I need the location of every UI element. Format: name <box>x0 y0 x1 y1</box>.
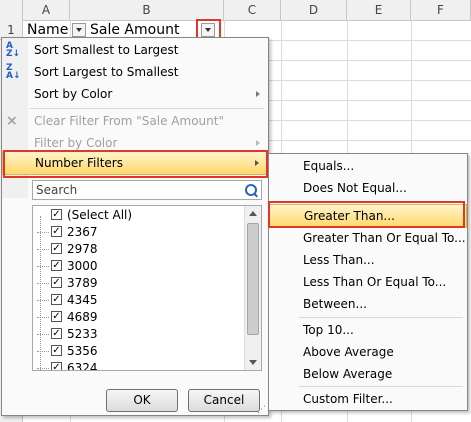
list-item[interactable]: ✓ 3789 <box>33 275 243 292</box>
select-all-corner[interactable] <box>0 0 23 20</box>
list-item-label: 3789 <box>67 276 98 290</box>
submenu-item-does-not-equal[interactable]: Does Not Equal... <box>269 177 467 199</box>
list-item-label: 5233 <box>67 327 98 341</box>
submenu-arrow-icon <box>256 91 260 97</box>
sort-descending-item[interactable]: Z A↓ Sort Largest to Smallest <box>2 61 268 83</box>
list-item[interactable]: ✓ 2367 <box>33 224 243 241</box>
column-header-a[interactable]: A <box>23 0 70 20</box>
search-placeholder: Search <box>36 183 78 197</box>
submenu-item-label: Custom Filter... <box>303 392 393 406</box>
submenu-arrow-icon <box>256 140 260 146</box>
tree-connector <box>37 266 49 267</box>
list-item[interactable]: ✓ 5356 <box>33 343 243 360</box>
cancel-button[interactable]: Cancel <box>188 389 260 412</box>
tree-connector <box>37 368 49 369</box>
tree-connector <box>37 249 49 250</box>
filter-dropdown-button-a[interactable] <box>72 23 86 37</box>
list-item-label: 6324 <box>67 361 98 371</box>
ok-button[interactable]: OK <box>106 389 178 412</box>
submenu-item-between[interactable]: Between... <box>269 293 467 315</box>
submenu-item-label: Above Average <box>303 345 394 359</box>
checkbox[interactable]: ✓ <box>51 226 62 237</box>
menu-separator <box>299 317 463 318</box>
submenu-item-label: Less Than Or Equal To... <box>303 275 447 289</box>
checkbox[interactable]: ✓ <box>51 294 62 305</box>
resize-grip-icon[interactable] <box>257 405 266 415</box>
filter-search-box[interactable]: Search <box>32 180 262 200</box>
list-item-label: (Select All) <box>67 208 133 222</box>
list-item[interactable]: ✓ 5233 <box>33 326 243 343</box>
column-header-f[interactable]: F <box>411 0 471 20</box>
search-icon[interactable] <box>245 184 257 196</box>
submenu-item-label: Below Average <box>303 367 393 381</box>
column-header-e[interactable]: E <box>347 0 411 20</box>
scroll-down-icon[interactable] <box>249 360 257 365</box>
submenu-item-label: Does Not Equal... <box>303 181 407 195</box>
list-item-label: 4689 <box>67 310 98 324</box>
list-item[interactable]: ✓ 4689 <box>33 309 243 326</box>
list-item-label: 2978 <box>67 242 98 256</box>
tree-connector <box>37 317 49 318</box>
tree-connector <box>37 334 49 335</box>
submenu-item-below-average[interactable]: Below Average <box>269 363 467 385</box>
submenu-item-top-10[interactable]: Top 10... <box>269 319 467 341</box>
submenu-item-less-than-or-equal[interactable]: Less Than Or Equal To... <box>269 271 467 293</box>
checkbox[interactable]: ✓ <box>51 311 62 322</box>
autofilter-menu: A Z↓ Sort Smallest to Largest Z A↓ Sort La… <box>1 37 269 416</box>
number-filters-submenu: Equals... Does Not Equal... Greater Than… <box>268 153 468 411</box>
submenu-item-custom-filter[interactable]: Custom Filter... <box>269 388 467 410</box>
sort-descending-label: Sort Largest to Smallest <box>34 65 179 79</box>
list-item[interactable]: ✓ 4345 <box>33 292 243 309</box>
checkbox[interactable]: ✓ <box>51 243 62 254</box>
submenu-item-label: Top 10... <box>303 323 354 337</box>
sort-ascending-icon: A Z↓ <box>6 41 21 59</box>
submenu-item-label: Between... <box>303 297 367 311</box>
clear-filter-icon: ⨯ <box>6 113 18 129</box>
sort-descending-icon: Z A↓ <box>6 63 21 81</box>
checkbox[interactable]: ✓ <box>51 345 62 356</box>
filter-values-list: ✓ (Select All) ✓ 2367 ✓ 2978 ✓ 3000 ✓ 37… <box>32 205 262 371</box>
list-item-label: 3000 <box>67 259 98 273</box>
sort-by-color-item[interactable]: Sort by Color <box>2 83 268 105</box>
highlight-number-filters <box>3 150 268 178</box>
menu-separator <box>299 386 463 387</box>
checkbox[interactable]: ✓ <box>51 328 62 339</box>
submenu-item-greater-than-or-equal[interactable]: Greater Than Or Equal To... <box>269 227 467 249</box>
tree-connector <box>37 351 49 352</box>
tree-connector <box>37 232 49 233</box>
list-item-label: 5356 <box>67 344 98 358</box>
sort-ascending-item[interactable]: A Z↓ Sort Smallest to Largest <box>2 39 268 61</box>
list-item[interactable]: ✓ 2978 <box>33 241 243 258</box>
list-scrollbar[interactable] <box>244 206 261 370</box>
list-item[interactable]: ✓ (Select All) <box>33 207 243 224</box>
list-item[interactable]: ✓ 6324 <box>33 360 243 371</box>
clear-filter-item[interactable]: ⨯ Clear Filter From "Sale Amount" <box>2 110 268 132</box>
submenu-item-above-average[interactable]: Above Average <box>269 341 467 363</box>
list-item-label: 4345 <box>67 293 98 307</box>
column-header-b[interactable]: B <box>70 0 224 20</box>
sort-ascending-label: Sort Smallest to Largest <box>34 43 179 57</box>
column-header-d[interactable]: D <box>281 0 347 20</box>
menu-separator <box>30 108 264 109</box>
checkbox[interactable]: ✓ <box>51 260 62 271</box>
submenu-item-label: Equals... <box>303 159 355 173</box>
highlight-greater-than <box>268 201 465 228</box>
tree-connector <box>37 283 49 284</box>
scroll-thumb[interactable] <box>247 223 259 335</box>
checkbox[interactable]: ✓ <box>51 209 62 220</box>
scroll-up-icon[interactable] <box>249 211 257 216</box>
sort-by-color-label: Sort by Color <box>34 87 113 101</box>
submenu-item-label: Greater Than Or Equal To... <box>303 231 466 245</box>
clear-filter-label: Clear Filter From "Sale Amount" <box>34 114 224 128</box>
checkbox[interactable]: ✓ <box>51 362 62 370</box>
column-header-c[interactable]: C <box>224 0 281 20</box>
submenu-item-less-than[interactable]: Less Than... <box>269 249 467 271</box>
tree-connector <box>37 300 49 301</box>
submenu-item-label: Less Than... <box>303 253 375 267</box>
column-header-row: A B C D E F <box>0 0 471 21</box>
submenu-item-equals[interactable]: Equals... <box>269 155 467 177</box>
list-item-label: 2367 <box>67 225 98 239</box>
checkbox[interactable]: ✓ <box>51 277 62 288</box>
list-item[interactable]: ✓ 3000 <box>33 258 243 275</box>
